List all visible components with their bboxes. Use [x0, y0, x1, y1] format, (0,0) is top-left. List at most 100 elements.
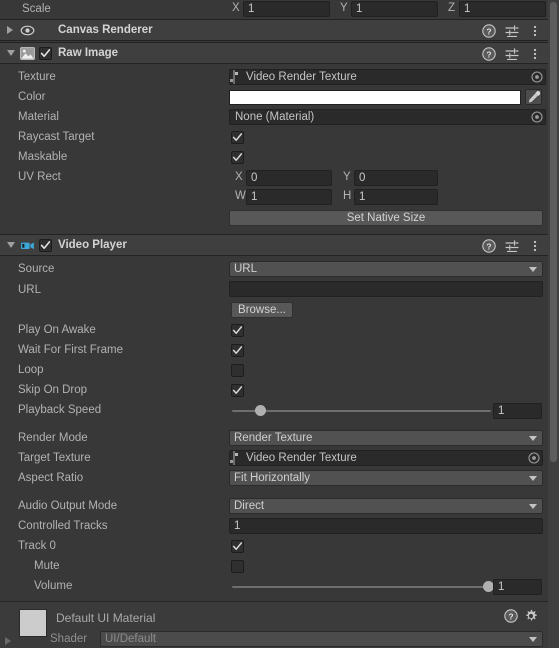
image-icon [20, 46, 35, 61]
component-title-canvas-renderer: Canvas Renderer [58, 24, 153, 36]
target-texture-object-field[interactable]: Video Render Texture [229, 450, 543, 466]
controlled-tracks-value: 1 [234, 520, 241, 532]
raycast-target-checkbox[interactable] [231, 131, 244, 144]
uv-rect-h-input[interactable]: 1 [354, 189, 438, 205]
source-label: Source [18, 263, 55, 275]
help-icon[interactable]: ? [482, 47, 496, 61]
scale-y-input[interactable]: 1 [351, 1, 438, 17]
row-aspect-ratio: Aspect Ratio Fit Horizontally [0, 469, 548, 489]
target-texture-picker-icon[interactable] [528, 452, 540, 464]
component-enable-checkbox-video-player[interactable] [39, 239, 52, 252]
row-volume: Volume 1 [0, 577, 548, 597]
help-icon[interactable]: ? [482, 239, 496, 253]
scale-z-value: 1 [464, 3, 471, 15]
menu-icon[interactable] [528, 24, 542, 38]
material-preview-swatch [19, 609, 47, 637]
shader-value: UI/Default [105, 633, 157, 645]
material-inspector-footer: Default UI Material ? Shader UI/Default [0, 601, 548, 648]
volume-slider-track[interactable] [232, 586, 491, 588]
mute-checkbox[interactable] [231, 560, 244, 573]
eyedropper-icon[interactable] [525, 89, 542, 105]
row-maskable: Maskable [0, 148, 548, 168]
help-icon[interactable]: ? [482, 24, 496, 38]
row-texture: Texture Video Render Texture [0, 68, 548, 88]
url-label: URL [18, 284, 42, 296]
wait-for-first-frame-label: Wait For First Frame [18, 344, 123, 356]
component-title-raw-image: Raw Image [58, 47, 119, 59]
component-enable-checkbox-raw-image[interactable] [39, 47, 52, 60]
color-swatch-field[interactable] [229, 90, 521, 105]
render-mode-value: Render Texture [234, 432, 313, 444]
playback-speed-slider-track[interactable] [232, 410, 491, 412]
audio-output-mode-dropdown[interactable]: Direct [229, 498, 543, 514]
render-texture-icon [233, 70, 245, 84]
chevron-down-icon [529, 504, 537, 509]
loop-checkbox[interactable] [231, 364, 244, 377]
component-header-raw-image[interactable]: Raw Image ? [0, 42, 548, 64]
source-value: URL [234, 263, 258, 275]
preset-icon[interactable] [505, 47, 519, 61]
uv-rect-x-axis-label: X [235, 171, 243, 183]
playback-speed-label: Playback Speed [18, 404, 102, 416]
component-header-canvas-renderer[interactable]: Canvas Renderer ? [0, 19, 548, 41]
volume-input[interactable]: 1 [493, 579, 542, 595]
scale-y-axis-label: Y [340, 2, 348, 14]
material-picker-icon[interactable] [531, 111, 543, 123]
volume-label: Volume [34, 580, 73, 592]
playback-speed-slider-handle[interactable] [255, 405, 266, 416]
component-header-video-player[interactable]: Video Player ? [0, 234, 548, 256]
track-0-checkbox[interactable] [231, 540, 244, 553]
uv-rect-h-value: 1 [359, 191, 366, 203]
menu-icon[interactable] [528, 47, 542, 61]
uv-rect-w-input[interactable]: 1 [246, 189, 332, 205]
vertical-scrollbar[interactable] [548, 0, 559, 648]
play-on-awake-checkbox[interactable] [231, 324, 244, 337]
render-mode-label: Render Mode [18, 432, 88, 444]
scale-y-value: 1 [356, 3, 363, 15]
row-target-texture: Target Texture Video Render Texture [0, 449, 548, 469]
row-url: URL [0, 281, 548, 301]
texture-picker-icon[interactable] [531, 71, 543, 83]
playback-speed-input[interactable]: 1 [493, 403, 542, 419]
shader-dropdown[interactable]: UI/Default [100, 631, 543, 647]
chevron-down-icon [529, 436, 537, 441]
target-texture-value: Video Render Texture [246, 452, 357, 464]
material-object-field[interactable]: None (Material) [229, 109, 546, 125]
preset-icon[interactable] [505, 239, 519, 253]
uv-rect-x-input[interactable]: 0 [246, 170, 332, 186]
texture-object-field[interactable]: Video Render Texture [229, 69, 546, 85]
uv-rect-x-value: 0 [251, 172, 258, 184]
row-loop: Loop [0, 361, 548, 381]
foldout-arrow-icon[interactable] [7, 242, 15, 248]
menu-icon[interactable] [528, 239, 542, 253]
scale-z-input[interactable]: 1 [459, 1, 546, 17]
set-native-size-label: Set Native Size [346, 212, 426, 224]
preset-icon[interactable] [505, 24, 519, 38]
browse-button[interactable]: Browse... [231, 302, 293, 318]
help-icon[interactable]: ? [504, 609, 518, 623]
foldout-arrow-icon[interactable] [7, 26, 13, 34]
skip-on-drop-checkbox[interactable] [231, 384, 244, 397]
row-track-0: Track 0 [0, 537, 548, 557]
set-native-size-button[interactable]: Set Native Size [229, 210, 543, 226]
url-input[interactable] [229, 281, 543, 297]
controlled-tracks-input[interactable]: 1 [229, 518, 543, 534]
gear-icon[interactable] [524, 609, 538, 623]
scale-x-input[interactable]: 1 [243, 1, 330, 17]
volume-value: 1 [498, 581, 505, 593]
wait-for-first-frame-checkbox[interactable] [231, 344, 244, 357]
video-icon [20, 238, 35, 253]
foldout-arrow-icon[interactable] [7, 50, 15, 56]
render-mode-dropdown[interactable]: Render Texture [229, 430, 543, 446]
uv-rect-y-input[interactable]: 0 [354, 170, 438, 186]
material-foldout-arrow-icon[interactable] [5, 637, 11, 645]
audio-output-mode-value: Direct [234, 500, 265, 512]
vertical-scrollbar-thumb[interactable] [550, 2, 557, 462]
aspect-ratio-dropdown[interactable]: Fit Horizontally [229, 470, 543, 486]
uv-rect-y-value: 0 [359, 172, 366, 184]
maskable-checkbox[interactable] [231, 151, 244, 164]
header-icon-group: ? [482, 20, 542, 42]
color-label: Color [18, 91, 46, 103]
play-on-awake-label: Play On Awake [18, 324, 96, 336]
source-dropdown[interactable]: URL [229, 261, 543, 277]
